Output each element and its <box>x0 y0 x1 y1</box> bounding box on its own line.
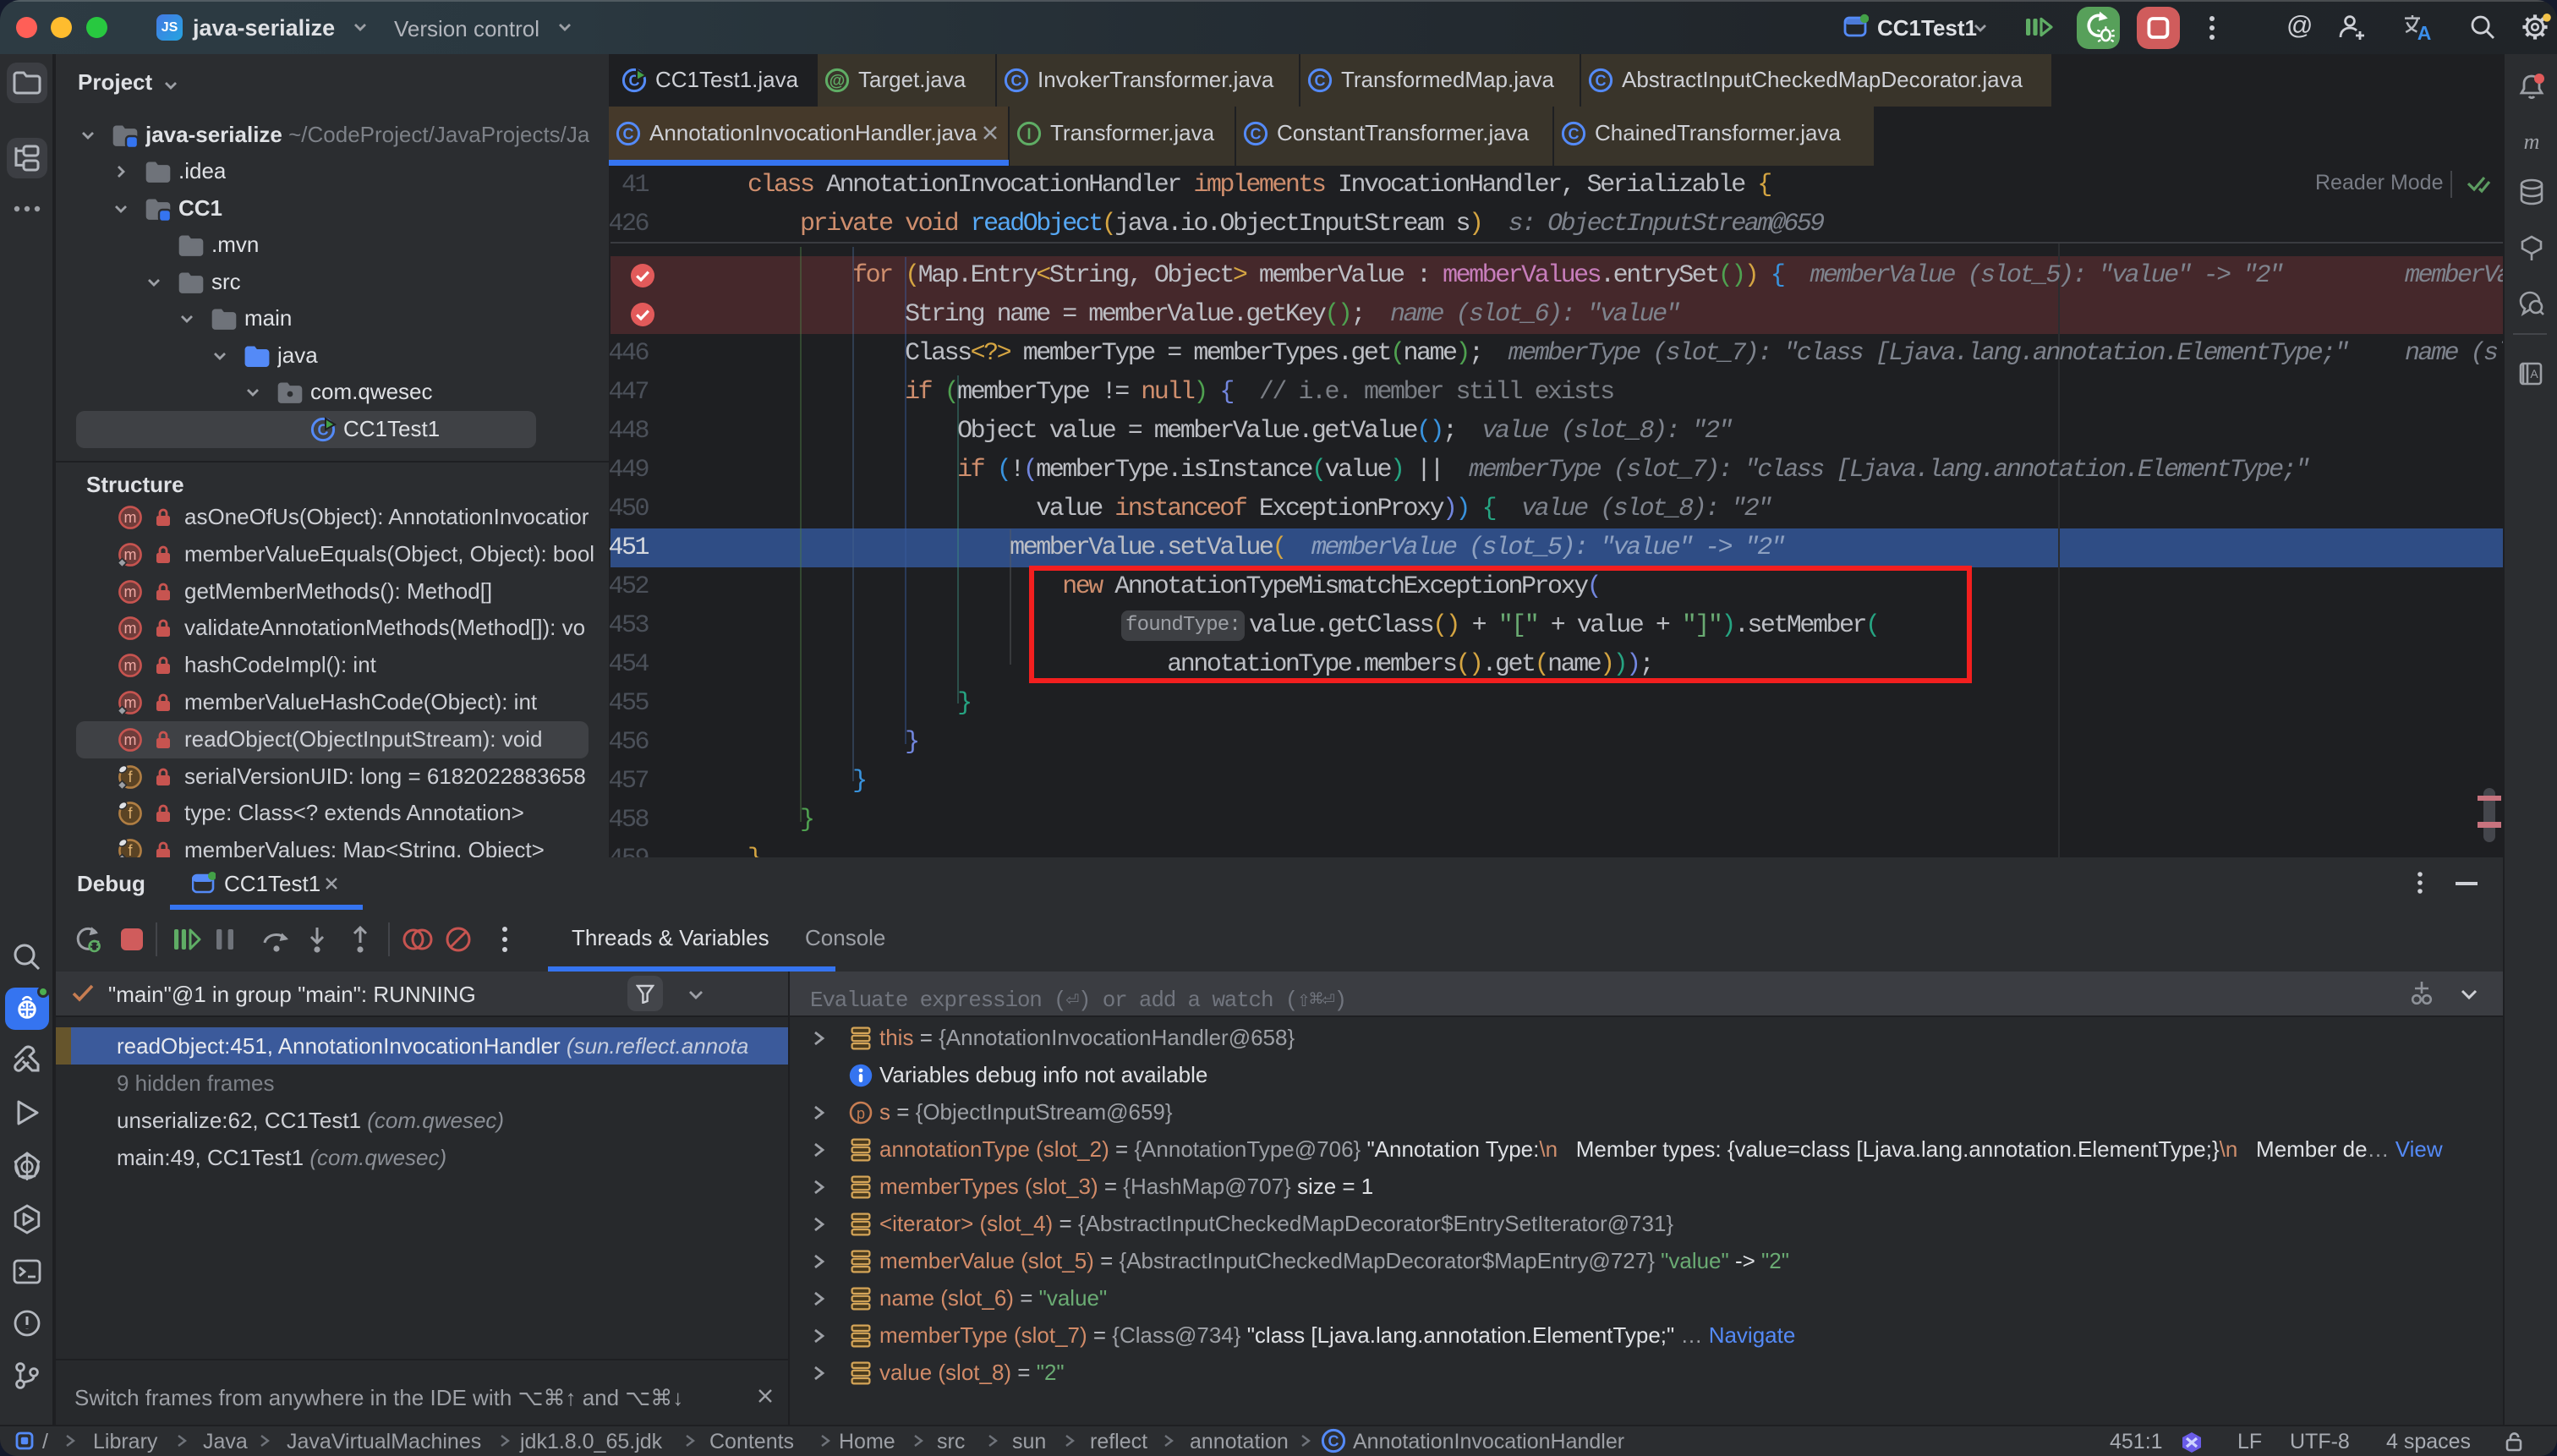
svg-text:m: m <box>124 509 137 526</box>
svg-text:C: C <box>1011 73 1022 90</box>
svg-text:m: m <box>124 694 137 711</box>
svg-text:m: m <box>124 731 137 748</box>
svg-text:m: m <box>124 546 137 563</box>
svg-text:C: C <box>1569 126 1580 143</box>
svg-text:A: A <box>2530 367 2538 380</box>
svg-text:m: m <box>124 583 137 600</box>
svg-text:m: m <box>2524 129 2540 154</box>
svg-text:p: p <box>857 1105 865 1122</box>
svg-text:C: C <box>1328 1433 1339 1450</box>
svg-text:I: I <box>1027 126 1031 143</box>
svg-text:C: C <box>1596 73 1607 90</box>
svg-text:@: @ <box>830 73 846 90</box>
svg-text:C: C <box>1315 73 1326 90</box>
svg-text:C: C <box>623 126 634 143</box>
svg-text:m: m <box>124 657 137 674</box>
svg-text:C: C <box>1251 126 1262 143</box>
svg-text:A: A <box>2417 22 2432 41</box>
svg-text:m: m <box>124 620 137 637</box>
